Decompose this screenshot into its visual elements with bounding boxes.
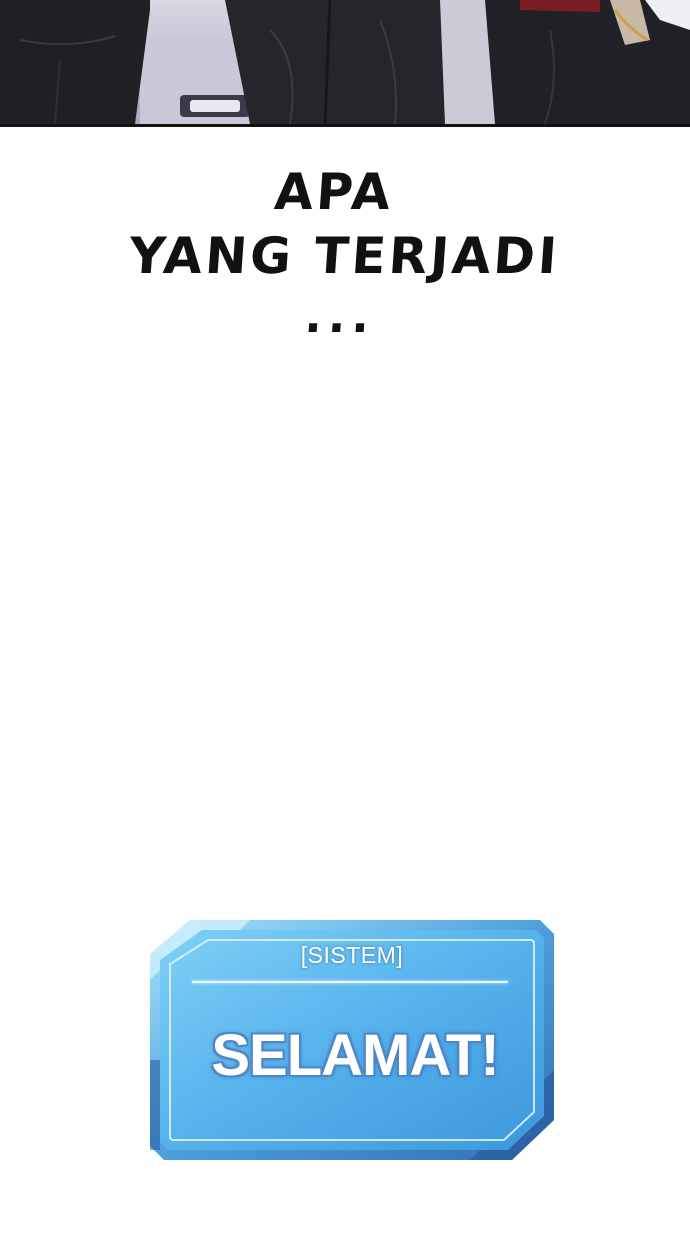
narration-line-2: YANG TERJADI — [127, 227, 562, 285]
system-divider — [192, 981, 508, 983]
system-message: SELAMAT! — [211, 1023, 499, 1088]
narration-line-1: APA — [272, 163, 396, 221]
comic-page: APA YANG TERJADI ... [SISTEM] SELAMAT! — [0, 0, 690, 1240]
narration-text: APA YANG TERJADI ... — [0, 160, 690, 343]
system-notification-panel: [SISTEM] SELAMAT! — [150, 920, 554, 1160]
system-header-label: [SISTEM] — [300, 942, 404, 968]
narration-ellipsis: ... — [303, 289, 378, 343]
comic-panel-illustration — [0, 0, 690, 127]
illustration-suited-figures — [0, 0, 690, 124]
